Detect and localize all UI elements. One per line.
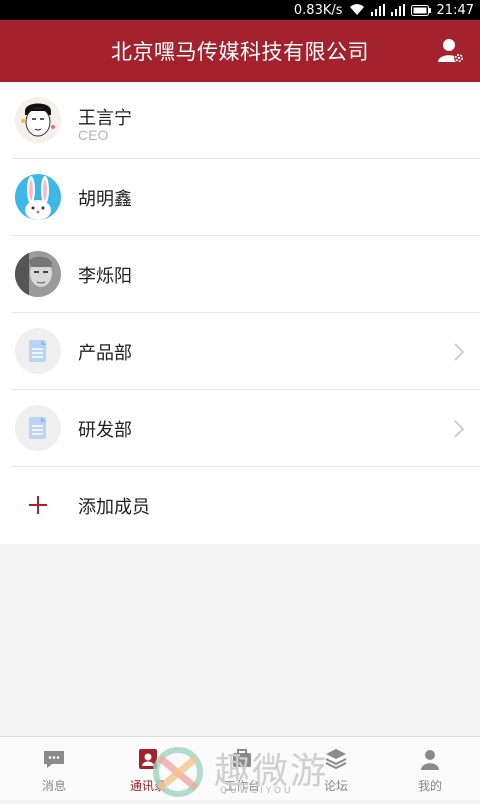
avatar	[15, 97, 61, 143]
contact-name: 胡明鑫	[78, 189, 132, 210]
tab-label: 消息	[41, 779, 66, 793]
contact-name: 李烁阳	[78, 266, 132, 287]
user-settings-icon[interactable]	[436, 36, 466, 66]
department-row[interactable]: 产品部	[0, 313, 480, 390]
clock: 21:47	[436, 2, 474, 18]
department-name: 产品部	[78, 343, 132, 364]
battery-icon	[410, 4, 431, 16]
document-icon	[15, 328, 61, 374]
contact-list: 王言宁 CEO 胡明鑫 李烁阳 产品部 研发部 添加成员	[0, 82, 480, 544]
plus-icon	[24, 491, 52, 519]
signal-icon	[370, 4, 385, 16]
avatar	[15, 174, 61, 220]
chevron-right-icon	[454, 420, 465, 438]
add-member-label: 添加成员	[78, 497, 150, 518]
department-row[interactable]: 研发部	[0, 390, 480, 467]
department-name: 研发部	[78, 420, 132, 441]
chat-icon	[42, 747, 66, 771]
watermark-subtext: QUWEIYOU	[220, 786, 294, 796]
add-member-button[interactable]: 添加成员	[0, 467, 480, 544]
contact-row[interactable]: 胡明鑫	[0, 159, 480, 236]
wifi-icon	[349, 4, 365, 16]
watermark: 趣微游 QUWEIYOU	[150, 742, 350, 800]
network-speed: 0.83K/s	[293, 2, 343, 18]
tab-messages[interactable]: 消息	[6, 737, 102, 801]
chevron-right-icon	[454, 343, 465, 361]
page-title: 北京嘿马传媒科技有限公司	[111, 40, 369, 64]
document-icon	[15, 405, 61, 451]
signal-icon-2	[390, 4, 405, 16]
tab-me[interactable]: 我的	[382, 737, 478, 801]
app-header: 北京嘿马传媒科技有限公司	[0, 20, 480, 82]
contact-row[interactable]: 王言宁 CEO	[0, 82, 480, 159]
tab-label: 我的	[417, 779, 442, 793]
status-bar: 0.83K/s 21:47	[0, 0, 480, 20]
person-icon	[418, 747, 442, 771]
contact-row[interactable]: 李烁阳	[0, 236, 480, 313]
contact-title: CEO	[78, 127, 109, 143]
watermark-logo-icon	[150, 744, 206, 804]
avatar	[15, 251, 61, 297]
